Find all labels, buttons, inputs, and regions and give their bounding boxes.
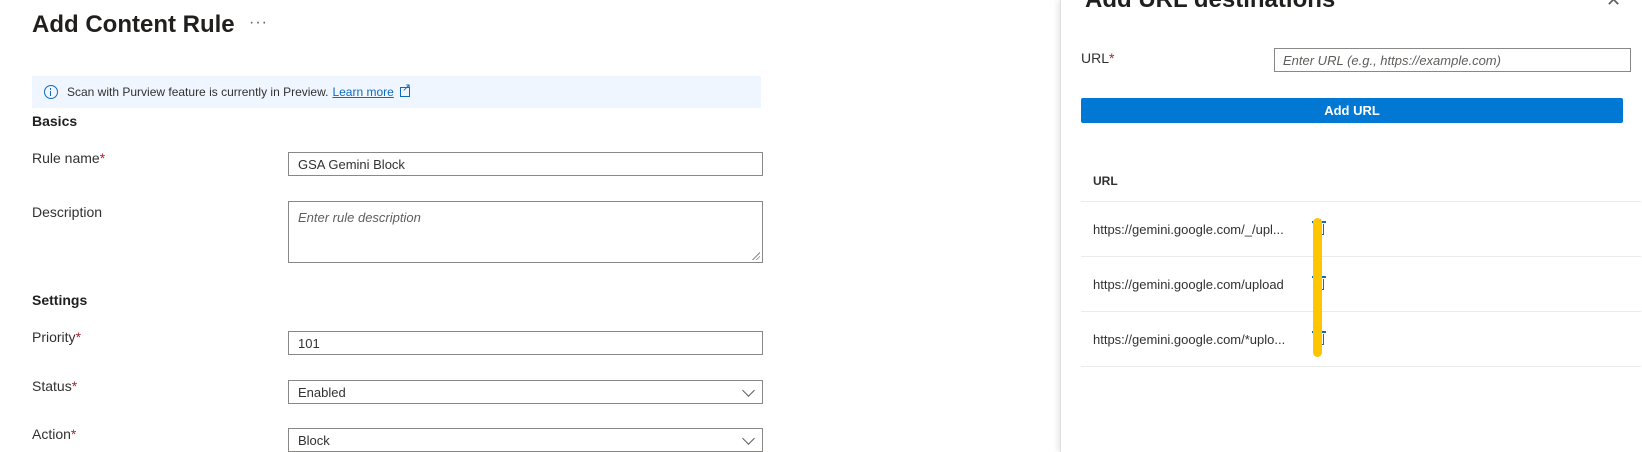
required-marker: * — [1109, 50, 1115, 66]
required-marker: * — [99, 150, 106, 166]
required-marker: * — [71, 378, 78, 394]
table-row: https://gemini.google.com/_/upl... — [1081, 202, 1641, 257]
url-label: URL* — [1081, 50, 1115, 66]
action-dropdown[interactable]: Block — [288, 428, 763, 452]
add-url-button[interactable]: Add URL — [1081, 98, 1623, 123]
chevron-down-icon — [742, 432, 755, 445]
highlight-annotation-mark — [1313, 218, 1322, 357]
chevron-down-icon — [742, 384, 755, 397]
content-rule-form: Add Content Rule ··· Scan with Purview f… — [0, 0, 1060, 452]
page-title: Add Content Rule — [32, 11, 235, 38]
description-placeholder: Enter rule description — [298, 210, 421, 225]
learn-more-link[interactable]: Learn more — [332, 85, 393, 99]
info-icon — [44, 85, 58, 99]
more-options-icon[interactable]: ··· — [249, 14, 268, 32]
url-table: URL https://gemini.google.com/_/upl... h… — [1081, 160, 1641, 367]
required-marker: * — [70, 426, 77, 442]
url-cell: https://gemini.google.com/upload — [1093, 276, 1284, 292]
url-column-header: URL — [1081, 160, 1641, 202]
url-input[interactable]: Enter URL (e.g., https://example.com) — [1274, 48, 1631, 72]
external-link-icon — [399, 81, 411, 97]
preview-info-banner: Scan with Purview feature is currently i… — [32, 76, 761, 108]
close-icon[interactable]: ✕ — [1606, 0, 1621, 11]
rule-name-label: Rule name* — [32, 150, 106, 166]
description-textarea[interactable]: Enter rule description — [288, 201, 763, 263]
status-label: Status* — [32, 378, 78, 394]
status-value: Enabled — [298, 384, 346, 400]
banner-text: Scan with Purview feature is currently i… — [67, 85, 329, 99]
action-label: Action* — [32, 426, 77, 442]
status-dropdown[interactable]: Enabled — [288, 380, 763, 404]
basics-heading: Basics — [32, 113, 78, 129]
url-cell: https://gemini.google.com/*uplo... — [1093, 331, 1286, 347]
priority-input[interactable]: 101 — [288, 331, 763, 355]
required-marker: * — [75, 329, 82, 345]
url-cell: https://gemini.google.com/_/upl... — [1093, 221, 1284, 237]
table-row: https://gemini.google.com/upload — [1081, 257, 1641, 312]
description-label: Description — [32, 204, 103, 220]
panel-title: Add URL destinations — [1085, 0, 1335, 14]
add-url-destinations-panel: Add URL destinations ✕ URL* Enter URL (e… — [1060, 0, 1642, 452]
settings-heading: Settings — [32, 292, 88, 308]
rule-name-input[interactable]: GSA Gemini Block — [288, 152, 763, 176]
resize-handle-icon[interactable] — [752, 252, 760, 260]
table-row: https://gemini.google.com/*uplo... — [1081, 312, 1641, 367]
action-value: Block — [298, 432, 330, 448]
priority-label: Priority* — [32, 329, 82, 345]
